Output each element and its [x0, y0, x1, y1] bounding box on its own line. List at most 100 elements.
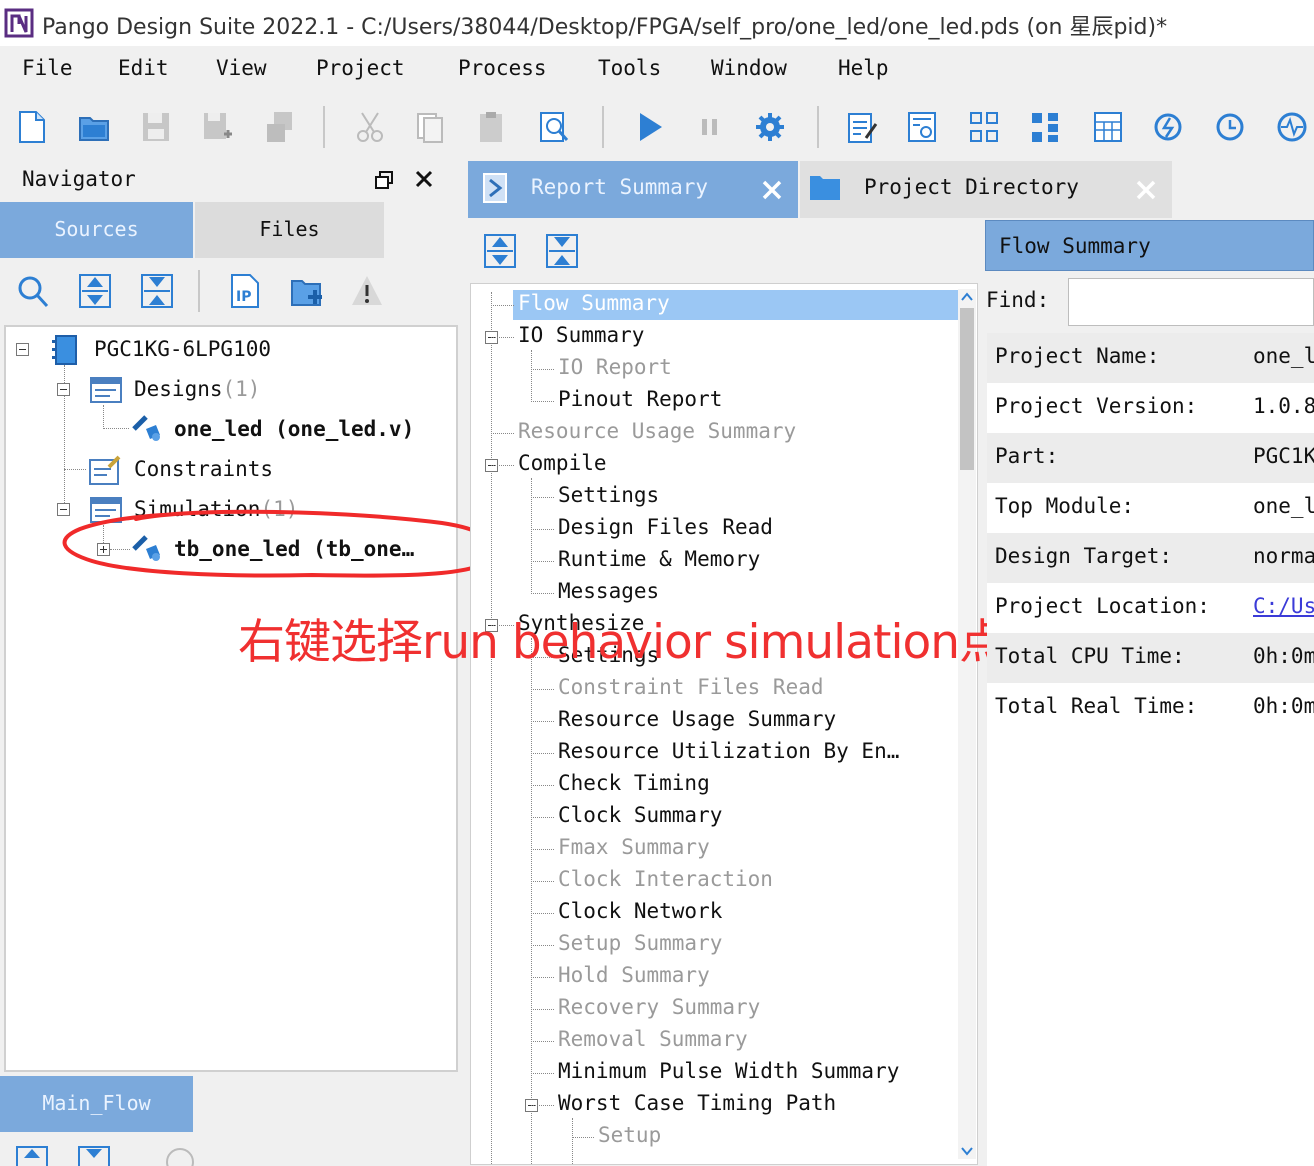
save-as-icon[interactable]	[202, 110, 234, 144]
report-tree-item[interactable]: Pinout Report	[558, 387, 722, 411]
restore-icon[interactable]	[374, 170, 394, 190]
settings-icon[interactable]	[754, 110, 786, 144]
search-icon[interactable]	[16, 273, 50, 309]
report-tree-item[interactable]: Resource Usage Summary	[558, 707, 836, 731]
tree-connector	[531, 561, 554, 562]
tree-connector	[531, 1105, 554, 1106]
find-input[interactable]	[1068, 278, 1314, 326]
refresh-icon[interactable]	[1152, 110, 1184, 144]
tree-connector	[531, 977, 554, 978]
menu-help[interactable]: Help	[838, 56, 889, 80]
designs-text: Designs	[134, 377, 223, 401]
waveform-icon[interactable]	[1276, 110, 1308, 144]
report-tree-item[interactable]: Clock Interaction	[558, 867, 773, 891]
report-tree-item[interactable]: Worst Case Timing Path	[558, 1091, 836, 1115]
tree-connector	[531, 849, 554, 850]
table-icon[interactable]	[1092, 110, 1124, 144]
summary-key: Top Module:	[995, 494, 1135, 518]
report-tree-item[interactable]: Fmax Summary	[558, 835, 710, 859]
report-tree-item[interactable]: Setup Summary	[558, 931, 722, 955]
report-tree-item[interactable]: Constraint Files Read	[558, 675, 824, 699]
report-tree-item[interactable]: Settings	[558, 483, 659, 507]
collapse-toggle[interactable]	[16, 343, 29, 356]
report-tree-item[interactable]: Messages	[558, 579, 659, 603]
save-icon[interactable]	[140, 110, 172, 144]
copy-icon[interactable]	[414, 110, 446, 144]
verilog-file-icon	[132, 415, 160, 441]
help-icon[interactable]	[164, 1146, 196, 1166]
summary-value: PGC1K	[1253, 444, 1314, 468]
menu-edit[interactable]: Edit	[118, 56, 169, 80]
collapse-all-icon[interactable]	[545, 233, 579, 269]
report-tree-item[interactable]: Recovery Summary	[558, 995, 760, 1019]
device-label[interactable]: PGC1KG-6LPG100	[94, 337, 271, 361]
scrollbar-thumb[interactable]	[960, 308, 974, 470]
save-all-icon[interactable]	[264, 110, 296, 144]
expand-all-icon[interactable]	[16, 1146, 48, 1166]
menu-window[interactable]: Window	[711, 56, 787, 80]
warning-icon[interactable]	[350, 273, 384, 309]
ip-icon[interactable]: IP	[228, 273, 262, 309]
add-source-icon[interactable]	[290, 273, 324, 309]
tab-main-flow[interactable]: Main_Flow	[0, 1076, 193, 1132]
report-tree-item[interactable]: Design Files Read	[558, 515, 773, 539]
pause-icon[interactable]	[694, 110, 726, 144]
menu-project[interactable]: Project	[316, 56, 405, 80]
layout-grid-icon[interactable]	[968, 110, 1000, 144]
report-tree-item[interactable]: Runtime & Memory	[558, 547, 760, 571]
report-tree-item[interactable]: Clock Summary	[558, 803, 722, 827]
tree-connector	[64, 469, 86, 470]
hierarchy-icon[interactable]	[1030, 110, 1062, 144]
collapse-all-icon[interactable]	[140, 273, 174, 309]
toolbar-separator	[817, 106, 819, 148]
design-file-one-led[interactable]: one_led (one_led.v)	[174, 417, 414, 441]
report-tree-item[interactable]: Hold Summary	[558, 963, 710, 987]
collapse-all-icon[interactable]	[78, 1146, 110, 1166]
report-edit-icon[interactable]	[846, 110, 878, 144]
report-tree-item[interactable]: Flow Summary	[518, 291, 670, 315]
cut-icon[interactable]	[354, 110, 386, 144]
report-tree-item[interactable]: IO Report	[558, 355, 672, 379]
menu-tools[interactable]: Tools	[598, 56, 661, 80]
open-folder-icon[interactable]	[78, 110, 110, 144]
scroll-up-icon[interactable]	[960, 290, 974, 304]
menu-file[interactable]: File	[22, 56, 73, 80]
tab-sources[interactable]: Sources	[0, 202, 193, 258]
menu-process[interactable]: Process	[458, 56, 547, 80]
project-location-link[interactable]: C:/Us	[1253, 594, 1314, 618]
expand-all-icon[interactable]	[78, 273, 112, 309]
report-view-icon[interactable]	[906, 110, 938, 144]
designs-label[interactable]: Designs(1)	[134, 377, 260, 401]
menu-view[interactable]: View	[216, 56, 267, 80]
report-tree-item[interactable]: Setup	[598, 1123, 661, 1147]
close-tab-icon[interactable]	[760, 178, 784, 202]
paste-icon[interactable]	[476, 110, 508, 144]
toolbar-separator	[602, 106, 604, 148]
report-tree-item[interactable]: Compile	[518, 451, 607, 475]
report-tree-item[interactable]: Resource Utilization By En…	[558, 739, 899, 763]
summary-key: Project Name:	[995, 344, 1160, 368]
summary-value: norma	[1253, 544, 1314, 568]
report-tree-item[interactable]: Resource Usage Summary	[518, 419, 796, 443]
toolbar-separator	[323, 106, 325, 148]
report-tree-item[interactable]: Clock Network	[558, 899, 722, 923]
run-icon[interactable]	[634, 110, 666, 144]
report-tree-item[interactable]: Removal Summary	[558, 1027, 748, 1051]
report-tree-item[interactable]: IO Summary	[518, 323, 644, 347]
tree-connector	[531, 881, 554, 882]
summary-key: Design Target:	[995, 544, 1173, 568]
collapse-toggle[interactable]	[57, 383, 70, 396]
tree-connector	[572, 1137, 594, 1138]
new-file-icon[interactable]	[16, 110, 48, 144]
report-tree-item[interactable]: Check Timing	[558, 771, 710, 795]
close-icon[interactable]	[413, 168, 435, 190]
find-icon[interactable]	[538, 110, 570, 144]
expand-all-icon[interactable]	[483, 233, 517, 269]
timer-icon[interactable]	[1214, 110, 1246, 144]
report-tab-icon	[483, 173, 507, 203]
constraints-label[interactable]: Constraints	[134, 457, 273, 481]
scroll-down-icon[interactable]	[960, 1144, 974, 1158]
report-tree-item[interactable]: Minimum Pulse Width Summary	[558, 1059, 899, 1083]
tab-files[interactable]: Files	[195, 202, 384, 258]
close-tab-icon[interactable]	[1134, 178, 1158, 202]
